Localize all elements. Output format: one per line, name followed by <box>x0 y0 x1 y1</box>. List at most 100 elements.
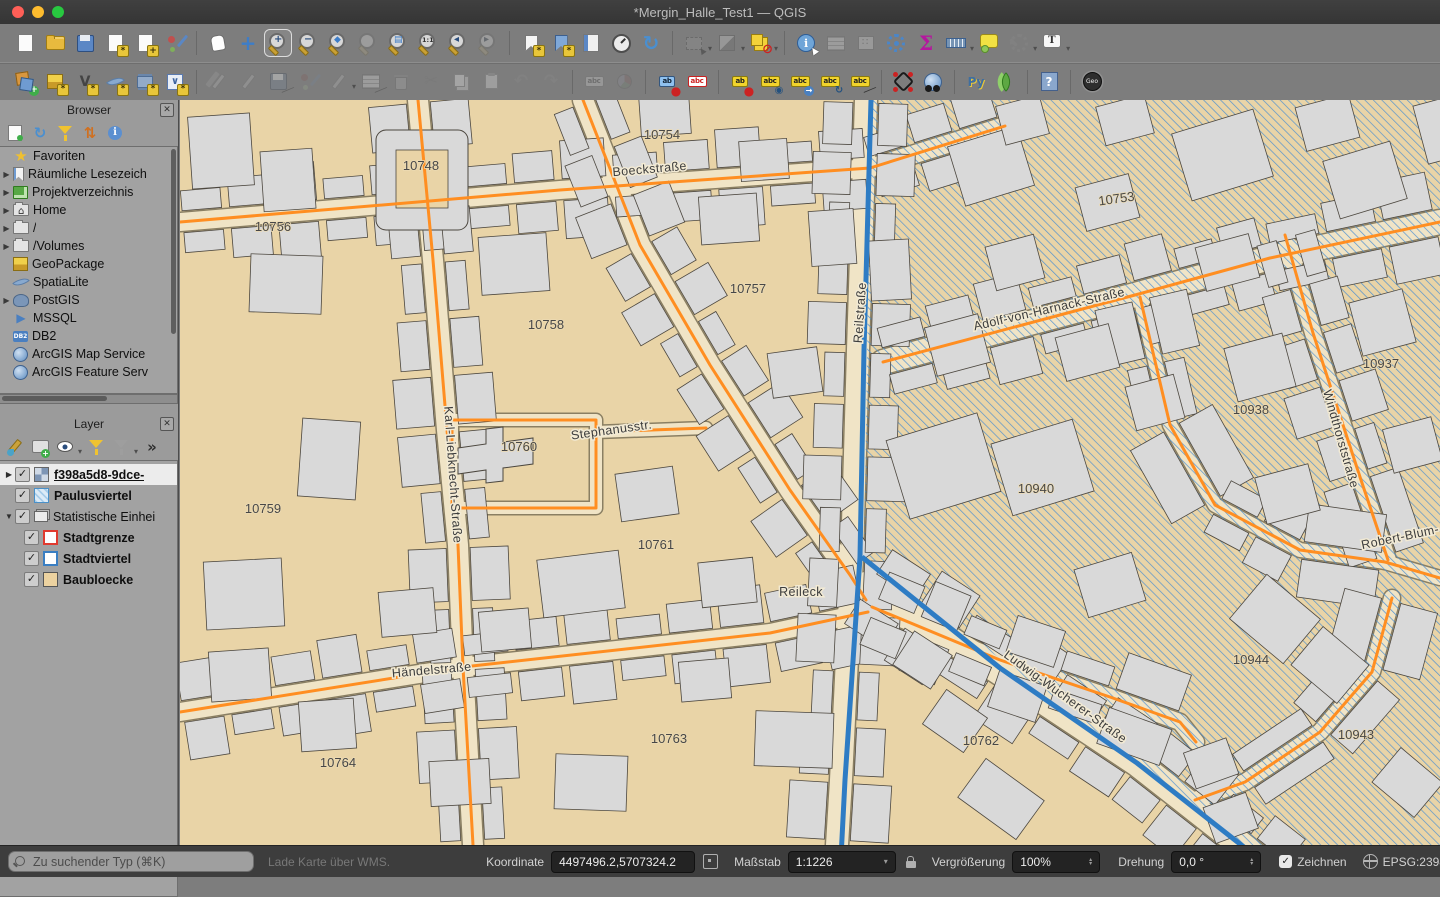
layer-visibility-checkbox[interactable]: ✓ <box>24 530 39 545</box>
select-by-value-dropdown-caret[interactable]: ▾ <box>741 44 745 53</box>
locator-search-input[interactable] <box>8 851 254 872</box>
deselect-all-icon[interactable]: ⊘ <box>747 30 773 56</box>
deselect-all-dropdown-caret[interactable]: ▾ <box>774 44 778 53</box>
pin-unpin-labels-icon[interactable]: ab● <box>727 69 753 95</box>
browser-item-projektverzeichnis[interactable]: ▶Projektverzeichnis <box>0 183 177 201</box>
processing-toolbox-icon[interactable] <box>883 30 909 56</box>
pan-to-selection-icon[interactable]: + <box>235 30 261 56</box>
browser-item-favoriten[interactable]: ★Favoriten <box>0 147 177 165</box>
show-bookmark-manager-icon[interactable] <box>578 30 604 56</box>
open-layer-styling-icon[interactable] <box>4 436 26 458</box>
move-label-icon[interactable]: abc→ <box>787 69 813 95</box>
layer-item-statistische-einhei[interactable]: ▼✓Statistische Einhei <box>0 506 177 527</box>
run-feature-action-dropdown-caret[interactable]: ▾ <box>1033 44 1037 53</box>
browser-item-geopackage[interactable]: GeoPackage <box>0 255 177 273</box>
layer-visibility-checkbox[interactable]: ✓ <box>15 488 30 503</box>
zoom-out-icon[interactable]: − <box>295 30 321 56</box>
geometry-checker-icon[interactable] <box>890 69 916 95</box>
browser-horizontal-scrollbar[interactable] <box>0 394 178 404</box>
refresh-map-icon[interactable]: ↻ <box>638 30 664 56</box>
project-open-icon[interactable] <box>42 30 68 56</box>
panel-more-icon[interactable]: » <box>141 436 163 458</box>
new-temporary-scratch-layer-icon[interactable]: * <box>132 69 158 95</box>
measure-line-dropdown-caret[interactable]: ▾ <box>970 44 974 53</box>
expand-arrow-icon[interactable]: ▶ <box>3 470 15 479</box>
browser-item-spatialite[interactable]: SpatiaLite <box>0 273 177 291</box>
rotation-spinner[interactable]: 0,0 ° ▴▾ <box>1171 851 1261 873</box>
browser-item-volumes[interactable]: ▶/Volumes <box>0 237 177 255</box>
filter-by-expression-dropdown-caret[interactable]: ▾ <box>134 447 138 456</box>
expand-arrow-icon[interactable]: ▶ <box>0 224 13 233</box>
highlight-pinned-labels-icon[interactable]: ab● <box>654 69 680 95</box>
layer-item-stadtviertel[interactable]: ✓Stadtviertel <box>0 548 177 569</box>
layer-item-paulusviertel[interactable]: ✓Paulusviertel <box>0 485 177 506</box>
layer-visibility-checkbox[interactable]: ✓ <box>15 509 30 524</box>
layer-visibility-checkbox[interactable]: ✓ <box>24 572 39 587</box>
minimize-button[interactable] <box>32 6 44 18</box>
add-selected-layer-icon[interactable] <box>4 122 26 144</box>
pan-map-icon[interactable] <box>205 30 231 56</box>
vertex-tool-dropdown-caret[interactable]: ▾ <box>352 82 356 91</box>
layer-item-f398a5d8-9dce[interactable]: ▶✓f398a5d8-9dce- <box>0 464 177 485</box>
expand-arrow-icon[interactable]: ▶ <box>0 296 13 305</box>
show-spatial-bookmarks-icon[interactable]: * <box>548 30 574 56</box>
zoom-last-icon[interactable]: ◂ <box>445 30 471 56</box>
expand-arrow-icon[interactable]: ▶ <box>0 206 13 215</box>
new-spatialite-layer-icon[interactable]: * <box>102 69 128 95</box>
zoom-native-resolution-icon[interactable]: 1:1 <box>415 30 441 56</box>
browser-item-arcgis-map-service[interactable]: ArcGIS Map Service <box>0 345 177 363</box>
expand-arrow-icon[interactable]: ▼ <box>3 512 15 521</box>
manage-map-themes-dropdown-caret[interactable]: ▾ <box>78 447 82 456</box>
scale-dropdown[interactable]: 1:1226▾ <box>788 851 896 873</box>
maximize-button[interactable] <box>52 6 64 18</box>
add-group-icon[interactable] <box>29 436 51 458</box>
panel-splitter[interactable] <box>0 404 178 414</box>
manage-map-themes-icon[interactable] <box>54 436 76 458</box>
expand-arrow-icon[interactable]: ▶ <box>0 188 13 197</box>
new-shapefile-layer-icon[interactable]: V* <box>72 69 98 95</box>
show-layout-manager-icon[interactable]: + <box>132 30 158 56</box>
new-geopackage-layer-icon[interactable]: * <box>42 69 68 95</box>
change-label-icon[interactable]: abc╱ <box>847 69 873 95</box>
new-print-layout-icon[interactable]: * <box>102 30 128 56</box>
browser-item-[interactable]: ▶/ <box>0 219 177 237</box>
zoom-full-extent-icon[interactable]: ◆ <box>325 30 351 56</box>
collapse-all-icon[interactable]: ⇅ <box>79 122 101 144</box>
python-console-icon[interactable]: Py <box>963 69 989 95</box>
layer-visibility-checkbox[interactable]: ✓ <box>24 551 39 566</box>
temporal-controller-icon[interactable] <box>608 30 634 56</box>
help-contents-icon[interactable] <box>1036 69 1062 95</box>
map-tips-icon[interactable] <box>976 30 1002 56</box>
layer-close-icon[interactable]: ✕ <box>160 417 174 431</box>
identify-features-icon[interactable] <box>793 30 819 56</box>
project-save-icon[interactable] <box>72 30 98 56</box>
layer-item-baubloecke[interactable]: ✓Baubloecke <box>0 569 177 590</box>
render-checkbox[interactable]: ✓ <box>1279 855 1292 868</box>
text-annotation-icon[interactable]: T <box>1039 30 1065 56</box>
browser-close-icon[interactable]: ✕ <box>160 103 174 117</box>
data-source-manager-icon[interactable]: + <box>12 69 38 95</box>
new-spatial-bookmark-icon[interactable]: * <box>518 30 544 56</box>
new-virtual-layer-icon[interactable]: * <box>162 69 188 95</box>
coordinate-extent-icon[interactable] <box>703 854 718 869</box>
browser-item-arcgis-feature-serv[interactable]: ArcGIS Feature Serv <box>0 363 177 381</box>
browser-item-home[interactable]: ▶Home <box>0 201 177 219</box>
style-manager-icon[interactable] <box>162 30 188 56</box>
browser-vertical-scrollbar[interactable] <box>171 149 176 334</box>
refresh-browser-icon[interactable]: ↻ <box>29 122 51 144</box>
expand-arrow-icon[interactable]: ▶ <box>0 170 13 179</box>
scale-lock-icon[interactable] <box>906 861 916 868</box>
geocoder-icon[interactable] <box>1079 69 1105 95</box>
map-canvas[interactable]: BoeckstraßeStephanusstr.Karl-Liebknecht-… <box>180 100 1440 845</box>
browser-item-mssql[interactable]: ▶MSSQL <box>0 309 177 327</box>
filter-browser-icon[interactable] <box>54 122 76 144</box>
resource-sharing-icon[interactable] <box>993 69 1019 95</box>
measure-line-icon[interactable] <box>943 30 969 56</box>
browser-item-postgis[interactable]: ▶PostGIS <box>0 291 177 309</box>
layer-visibility-checkbox[interactable]: ✓ <box>15 467 30 482</box>
zoom-in-icon[interactable]: + <box>265 30 291 56</box>
browser-properties-icon[interactable] <box>104 122 126 144</box>
highlight-unplaced-labels-icon[interactable]: abc <box>684 69 710 95</box>
project-new-icon[interactable] <box>12 30 38 56</box>
statistical-summary-icon[interactable]: Σ <box>913 30 939 56</box>
